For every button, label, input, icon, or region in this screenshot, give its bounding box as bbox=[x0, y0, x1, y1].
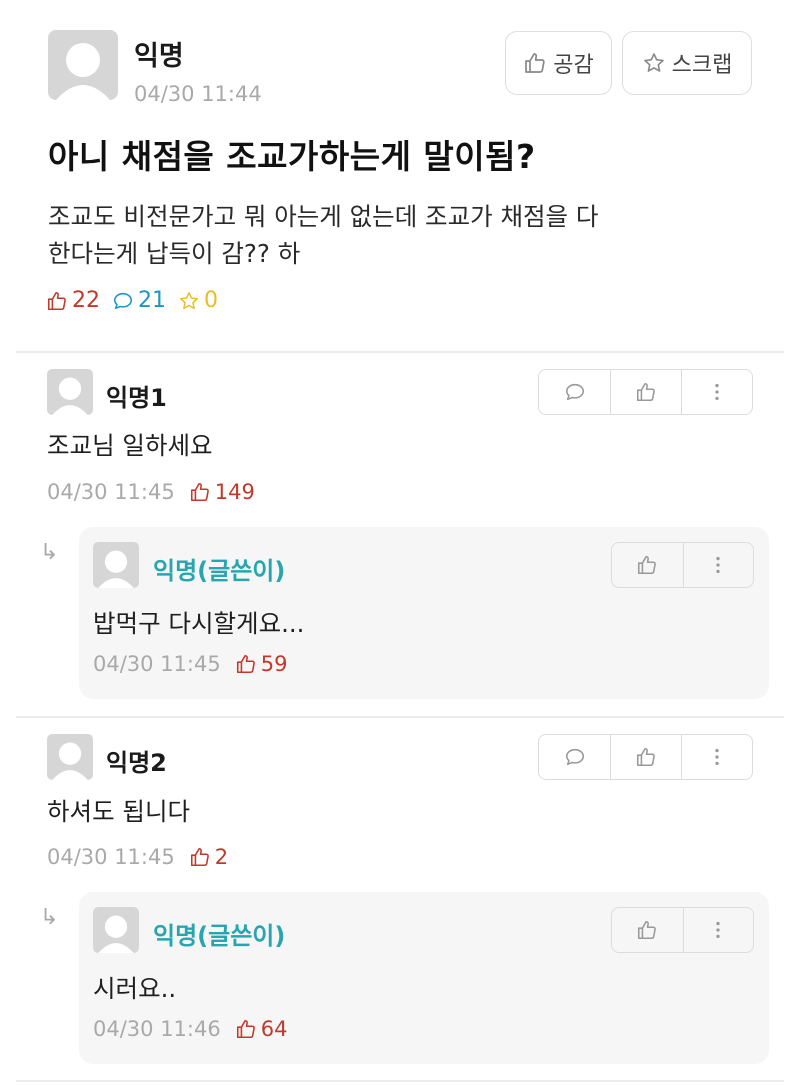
comment-count: 21 bbox=[112, 288, 166, 313]
scrap-count-value: 0 bbox=[204, 288, 218, 313]
post-time: 04/30 11:44 bbox=[134, 82, 262, 106]
speech-bubble-icon bbox=[564, 746, 586, 768]
reply-button[interactable] bbox=[539, 735, 610, 779]
vertical-dots-icon bbox=[706, 746, 728, 768]
comment-like-button[interactable] bbox=[610, 735, 681, 779]
thumbs-up-icon bbox=[189, 481, 211, 503]
scrap-button[interactable]: 스크랩 bbox=[622, 31, 752, 95]
vertical-dots-icon bbox=[706, 381, 728, 403]
reply: 익명(글쓴이) 밥먹구 다시할게요... 04/30 11:45 59 bbox=[79, 527, 769, 699]
reply-arrow-icon: ↳ bbox=[40, 905, 59, 930]
reply-text: 밥먹구 다시할게요... bbox=[93, 609, 305, 638]
reply-text: 시러요.. bbox=[93, 974, 177, 1003]
post-body: 조교도 비전문가고 뭐 아는게 없는데 조교가 채점을 다 한다는게 납득이 감… bbox=[48, 198, 748, 272]
reply-button[interactable] bbox=[539, 370, 610, 414]
like-button-label: 공감 bbox=[553, 53, 594, 78]
reply-like-button[interactable] bbox=[612, 908, 683, 952]
divider bbox=[16, 716, 784, 718]
comment-like-count: 149 bbox=[189, 480, 255, 504]
reply-author: 익명(글쓴이) bbox=[153, 922, 286, 950]
comment-actions bbox=[538, 369, 753, 415]
scrap-count: 0 bbox=[178, 288, 218, 313]
thumbs-up-icon bbox=[46, 290, 68, 312]
post-title: 아니 채점을 조교가하는게 말이됨? bbox=[48, 137, 536, 176]
more-button[interactable] bbox=[681, 370, 752, 414]
reply-author: 익명(글쓴이) bbox=[153, 557, 286, 585]
comment-like-count: 2 bbox=[189, 845, 228, 869]
scrap-button-label: 스크랩 bbox=[671, 53, 733, 78]
comment-time: 04/30 11:45 bbox=[47, 845, 175, 869]
reply-meta: 04/30 11:45 59 bbox=[93, 652, 287, 676]
reply-like-button[interactable] bbox=[612, 543, 683, 587]
default-avatar-icon bbox=[47, 734, 93, 780]
reply: 익명(글쓴이) 시러요.. 04/30 11:46 64 bbox=[79, 892, 769, 1064]
comment-meta: 04/30 11:45 2 bbox=[47, 845, 228, 869]
comment-actions bbox=[538, 734, 753, 780]
default-avatar-icon bbox=[93, 907, 139, 953]
post-stats: 22 21 0 bbox=[46, 288, 230, 313]
divider bbox=[16, 351, 784, 353]
reply-actions bbox=[611, 542, 754, 588]
comment-author: 익명2 bbox=[106, 749, 167, 777]
thumbs-up-icon bbox=[235, 1018, 257, 1040]
comment-author: 익명1 bbox=[106, 384, 167, 412]
comment-text: 조교님 일하세요 bbox=[47, 431, 213, 460]
more-button[interactable] bbox=[682, 543, 754, 587]
thumbs-up-icon bbox=[235, 653, 257, 675]
reply-time: 04/30 11:45 bbox=[93, 652, 221, 676]
reply-like-count: 59 bbox=[235, 652, 288, 676]
speech-bubble-icon bbox=[112, 290, 134, 312]
thumbs-up-icon bbox=[635, 746, 657, 768]
star-icon bbox=[178, 290, 200, 312]
reply-like-value: 59 bbox=[260, 652, 288, 676]
reply-like-count: 64 bbox=[235, 1017, 288, 1041]
vertical-dots-icon bbox=[707, 554, 729, 576]
post-author: 익명 bbox=[134, 41, 184, 72]
more-button[interactable] bbox=[682, 908, 754, 952]
comment-count-value: 21 bbox=[138, 288, 166, 313]
like-count-value: 22 bbox=[72, 288, 100, 313]
like-button[interactable]: 공감 bbox=[505, 31, 612, 95]
reply-arrow-icon: ↳ bbox=[40, 540, 59, 565]
comment-text: 하셔도 됩니다 bbox=[47, 797, 191, 826]
thumbs-up-icon bbox=[636, 554, 658, 576]
thumbs-up-icon bbox=[189, 846, 211, 868]
reply-meta: 04/30 11:46 64 bbox=[93, 1017, 287, 1041]
more-button[interactable] bbox=[681, 735, 752, 779]
comment-meta: 04/30 11:45 149 bbox=[47, 480, 255, 504]
comment-like-value: 2 bbox=[214, 845, 229, 869]
reply-actions bbox=[611, 907, 754, 953]
thumbs-up-icon bbox=[636, 919, 658, 941]
thumbs-up-icon bbox=[635, 381, 657, 403]
post-body-line: 한다는게 납득이 감?? 하 bbox=[48, 239, 301, 268]
star-icon bbox=[642, 51, 666, 75]
comment-time: 04/30 11:45 bbox=[47, 480, 175, 504]
comment-like-value: 149 bbox=[214, 480, 255, 504]
default-avatar-icon bbox=[93, 542, 139, 588]
reply-time: 04/30 11:46 bbox=[93, 1017, 221, 1041]
speech-bubble-icon bbox=[564, 381, 586, 403]
default-avatar-icon bbox=[48, 30, 118, 100]
like-count: 22 bbox=[46, 288, 100, 313]
divider bbox=[16, 1080, 784, 1082]
default-avatar-icon bbox=[47, 369, 93, 415]
comment-like-button[interactable] bbox=[610, 370, 681, 414]
post-body-line: 조교도 비전문가고 뭐 아는게 없는데 조교가 채점을 다 bbox=[48, 202, 599, 231]
thumbs-up-icon bbox=[523, 51, 547, 75]
reply-like-value: 64 bbox=[260, 1017, 288, 1041]
vertical-dots-icon bbox=[707, 919, 729, 941]
